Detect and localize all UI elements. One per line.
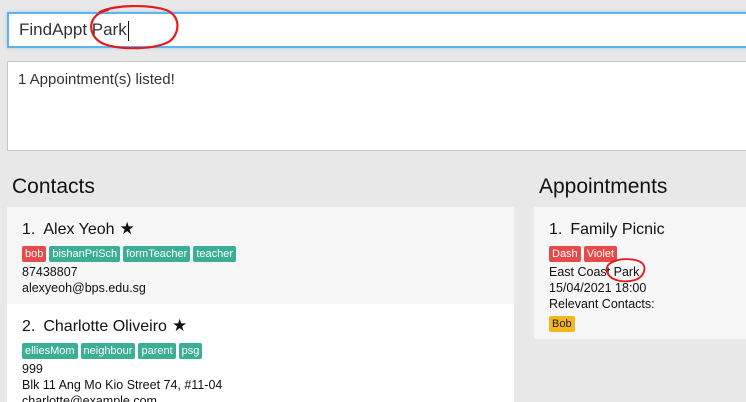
- contact-name: Charlotte Oliveiro: [43, 318, 167, 335]
- favourite-star-icon: ★: [171, 316, 188, 335]
- result-display: 1 Appointment(s) listed!: [7, 61, 746, 151]
- contact-email: charlotte@example.com: [22, 394, 157, 402]
- contact-tags: bob bishanPriSch formTeacher teacher: [22, 244, 499, 262]
- appointment-location: East Coast Park: [549, 264, 731, 280]
- contact-tag: parent: [138, 343, 176, 359]
- app-window: FindAppt Park 1 Appointment(s) listed! C…: [0, 0, 746, 402]
- contact-tag: bob: [22, 246, 47, 262]
- appointment-card[interactable]: 1. Family Picnic Dash Violet East Coast Pa…: [534, 207, 746, 339]
- contact-tag: neighbour: [80, 343, 136, 359]
- contact-index: 2.: [22, 318, 36, 335]
- appointment-index: 1.: [549, 221, 563, 238]
- appointments-list[interactable]: 1. Family Picnic Dash Violet East Coast Pa…: [534, 207, 746, 339]
- relevant-contacts-label: Relevant Contacts:: [549, 297, 655, 311]
- contact-tag: formTeacher: [123, 246, 191, 262]
- relevant-contacts-tags: Bob: [549, 314, 731, 332]
- contact-title: 2. Charlotte Oliveiro ★: [22, 316, 499, 336]
- contact-card[interactable]: 1. Alex Yeoh ★ bob bishanPriSch formTeacher t…: [7, 207, 514, 304]
- contact-card[interactable]: 2. Charlotte Oliveiro ★ elliesMom neighbour…: [7, 304, 514, 402]
- contacts-heading: Contacts: [12, 175, 95, 198]
- appointment-tags: Dash Violet: [549, 244, 731, 262]
- appointment-location-match: Park: [613, 265, 640, 279]
- appointment-title: 1. Family Picnic: [549, 221, 731, 239]
- contact-phone: 999: [22, 362, 43, 376]
- text-caret: [127, 20, 129, 41]
- appointment-location-prefix: East Coast: [549, 265, 611, 279]
- relevant-contact-tag: Bob: [549, 316, 575, 332]
- contact-address: Blk 11 Ang Mo Kio Street 74, #11-04: [22, 378, 223, 392]
- appointment-name: Family Picnic: [570, 221, 665, 238]
- contact-index: 1.: [22, 221, 36, 238]
- appointment-tag: Violet: [583, 246, 618, 262]
- contact-tag: teacher: [193, 246, 237, 262]
- result-message: 1 Appointment(s) listed!: [18, 71, 175, 88]
- appointment-datetime: 15/04/2021 18:00: [549, 281, 647, 295]
- command-input-text: FindAppt Park: [19, 20, 127, 39]
- contact-tags: elliesMom neighbour parent psg: [22, 341, 499, 359]
- contact-email: alexyeoh@bps.edu.sg: [22, 281, 146, 295]
- command-area: FindAppt Park: [0, 0, 746, 58]
- contact-tag: bishanPriSch: [49, 246, 121, 262]
- appointments-heading: Appointments: [539, 175, 668, 198]
- contact-tag: elliesMom: [22, 343, 78, 359]
- favourite-star-icon: ★: [119, 219, 135, 238]
- contact-tag: psg: [178, 343, 203, 359]
- contact-title: 1. Alex Yeoh ★: [22, 219, 499, 239]
- appointment-tag: Dash: [549, 246, 581, 262]
- contacts-list[interactable]: 1. Alex Yeoh ★ bob bishanPriSch formTeacher t…: [7, 207, 514, 402]
- command-input[interactable]: FindAppt Park: [7, 12, 746, 48]
- contact-phone: 87438807: [22, 265, 78, 279]
- contact-name: Alex Yeoh: [43, 221, 115, 238]
